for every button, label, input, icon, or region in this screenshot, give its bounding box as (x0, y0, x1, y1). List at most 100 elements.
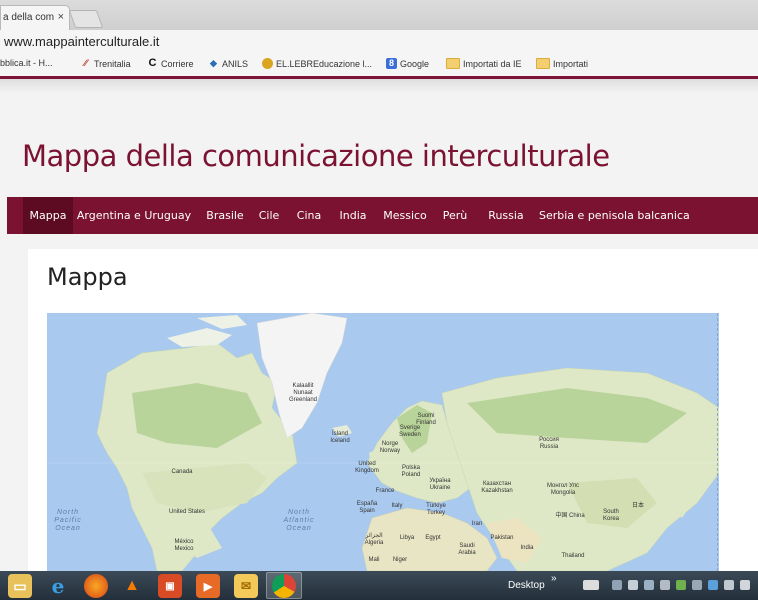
map-label-ukraine: Україна Ukraine (429, 478, 451, 491)
address-bar[interactable]: www.mappainterculturale.it (0, 30, 758, 55)
map-label-turkey: Türkiye Turkey (426, 503, 446, 516)
nav-item-brasile[interactable]: Brasile (203, 197, 247, 234)
map-label-india: India (520, 545, 534, 551)
bookmarks-bar: bblica.it - H... ⁄⁄ Trenitalia C Corrier… (0, 54, 758, 79)
bookmark-ellebre[interactable]: EL.LEBREducazione l... (262, 58, 372, 69)
map-label-uk: United Kingdom (355, 461, 379, 474)
tray-icon-2[interactable] (628, 580, 638, 590)
nav-item-cina[interactable]: Cina (294, 197, 324, 234)
page-top-shadow (0, 79, 758, 93)
map-label-north-pacific: North Pacific Ocean (54, 509, 82, 532)
url-text[interactable]: www.mappainterculturale.it (4, 34, 159, 49)
vlc-icon[interactable]: ▲ (120, 574, 144, 598)
volume-icon[interactable] (740, 580, 750, 590)
bookmark-anils[interactable]: ◆ ANILS (208, 58, 248, 69)
map-label-thailand: Thailand (561, 553, 585, 559)
content-area: Mappa Kalaallit Nunaat Greenland Ísland … (28, 249, 758, 571)
internet-explorer-icon[interactable]: e (46, 574, 70, 598)
bookmark-label: EL.LEBREducazione l... (276, 58, 373, 69)
bookmark-repubblica[interactable]: bblica.it - H... (0, 58, 53, 68)
google-icon: 8 (386, 58, 397, 69)
map-label-north-atlantic: North Atlantic Ocean (283, 509, 315, 532)
nav-item-serbia-balcani[interactable]: Serbia e penisola balcanica (539, 197, 690, 234)
firefox-icon[interactable] (84, 574, 108, 598)
bookmark-label: bblica.it - H... (0, 58, 53, 68)
media-player-icon[interactable]: ▶ (196, 574, 220, 598)
tab-strip: a della com × (0, 0, 758, 30)
map-label-spain: España Spain (356, 501, 378, 514)
anils-icon: ◆ (210, 58, 217, 68)
toolbar-chevron-icon[interactable]: » (551, 573, 557, 584)
map-label-saudi: Saudi Arabia (458, 543, 476, 556)
bookmark-label: Corriere (161, 58, 194, 69)
folder-icon (446, 58, 460, 69)
folder-icon (536, 58, 550, 69)
desktop-toolbar-label[interactable]: Desktop (508, 580, 545, 591)
map-label-mongolia: Монгол Улс Mongolia (546, 483, 580, 496)
tray-icon-5[interactable] (676, 580, 686, 590)
bookmark-label: Importati da IE (463, 58, 522, 69)
page-heading: Mappa (47, 263, 128, 291)
map-label-libya: Libya (399, 535, 415, 541)
tab-title: a della com (3, 12, 55, 23)
arctic-islands (167, 315, 247, 347)
nav-item-cile[interactable]: Cile (255, 197, 283, 234)
world-map[interactable]: Kalaallit Nunaat Greenland Ísland Icelan… (47, 313, 719, 571)
map-label-finland: Suomi Finland (416, 413, 436, 426)
tray-icon-6[interactable] (692, 580, 702, 590)
nav-item-mappa[interactable]: Mappa (23, 197, 73, 234)
windows-taskbar: ▭ e ▲ ▣ ▶ ✉ Desktop » (0, 571, 758, 600)
map-label-greenland: Kalaallit Nunaat Greenland (288, 383, 318, 403)
nav-item-argentina-uruguay[interactable]: Argentina e Uruguay (75, 197, 193, 234)
nav-item-india[interactable]: India (337, 197, 369, 234)
corriere-icon: C (148, 57, 157, 69)
map-label-iran: Iran (471, 521, 483, 527)
map-label-mexico: México Mexico (174, 539, 194, 552)
browser-tab[interactable]: a della com × (0, 5, 70, 30)
office-icon[interactable]: ▣ (158, 574, 182, 598)
bookmark-label: Google (400, 58, 430, 69)
bookmark-label: ANILS (222, 58, 249, 69)
web-page: Mappa della comunicazione interculturale… (0, 79, 758, 571)
close-tab-icon[interactable]: × (58, 11, 64, 23)
file-explorer-icon[interactable]: ▭ (8, 574, 32, 598)
map-label-russia: Россия Russia (539, 437, 559, 450)
chrome-icon[interactable] (272, 574, 296, 598)
keyboard-icon[interactable] (583, 580, 599, 590)
map-edge-line (717, 313, 718, 571)
map-label-canada: Canada (171, 469, 193, 475)
map-label-poland: Polska Poland (401, 465, 421, 478)
network-icon[interactable] (724, 580, 734, 590)
nav-item-messico[interactable]: Messico (381, 197, 429, 234)
map-label-japan: 日本 (631, 503, 644, 509)
tray-icon-3[interactable] (644, 580, 654, 590)
tray-icon-4[interactable] (660, 580, 670, 590)
tray-icon-7[interactable] (708, 580, 718, 590)
nav-item-russia[interactable]: Russia (482, 197, 530, 234)
map-label-iceland: Ísland Iceland (330, 431, 350, 444)
bookmark-trenitalia[interactable]: ⁄⁄ Trenitalia (80, 58, 131, 69)
map-label-niger: Niger (392, 557, 408, 563)
nav-item-peru[interactable]: Perù (440, 197, 470, 234)
map-label-usa: United States (168, 509, 206, 515)
map-label-italy: Italy (391, 503, 403, 509)
tray-icon-1[interactable] (612, 580, 622, 590)
map-label-france: France (375, 488, 395, 494)
map-label-kazakhstan: Казахстан Kazakhstan (481, 481, 513, 494)
map-label-korea: South Korea (602, 509, 619, 522)
site-title[interactable]: Mappa della comunicazione interculturale (22, 139, 610, 173)
bookmark-folder-importati[interactable]: Importati (536, 58, 588, 69)
bookmark-google[interactable]: 8 Google (386, 58, 429, 69)
map-label-pakistan: Pakistan (490, 535, 514, 541)
bookmark-corriere[interactable]: C Corriere (147, 58, 194, 69)
map-label-sweden: Sverige Sweden (399, 425, 421, 438)
map-label-egypt: Egypt (425, 535, 441, 541)
mail-icon[interactable]: ✉ (234, 574, 258, 598)
bookmark-folder-ie[interactable]: Importati da IE (446, 58, 522, 69)
main-navigation: Mappa Argentina e Uruguay Brasile Cile C… (7, 197, 758, 234)
bookmark-label: Importati (553, 58, 589, 69)
map-label-china: 中国 China (555, 513, 585, 519)
map-label-mali: Mali (368, 557, 380, 563)
new-tab-button[interactable] (68, 10, 104, 28)
ellebre-icon (262, 58, 273, 69)
